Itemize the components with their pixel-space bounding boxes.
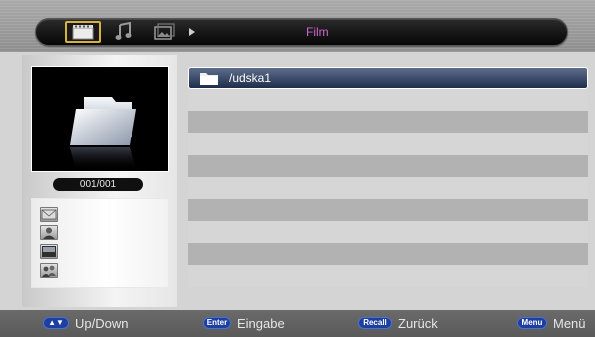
image-icon — [40, 244, 58, 259]
hint-bar: ▲▼ Up/Down Enter Eingabe Recall Zurück M… — [0, 310, 595, 337]
empty-row — [188, 199, 588, 221]
breadcrumb-arrow-icon — [189, 28, 195, 36]
media-nav-bar: Film — [35, 18, 568, 46]
music-note-icon — [115, 21, 132, 40]
empty-row — [188, 111, 588, 133]
file-row-selected[interactable]: /udska1 — [188, 67, 588, 89]
photo-icon — [154, 23, 175, 40]
folder-preview — [31, 66, 169, 172]
music-tab[interactable] — [115, 21, 133, 42]
empty-row — [188, 155, 588, 177]
empty-row — [188, 221, 588, 243]
hint-label: Menü — [553, 316, 586, 331]
person-icon — [40, 225, 58, 240]
empty-row — [188, 133, 588, 155]
media-type-panel — [31, 198, 169, 288]
hint-label: Zurück — [398, 316, 438, 331]
recall-key[interactable]: Recall — [358, 317, 392, 329]
users-icon — [40, 263, 58, 278]
page-title: Film — [306, 25, 329, 39]
file-name: /udska1 — [229, 71, 272, 85]
enter-key[interactable]: Enter — [203, 317, 231, 329]
film-tab[interactable] — [65, 21, 101, 43]
hint-label: Up/Down — [75, 316, 129, 331]
hint-label: Eingabe — [237, 316, 285, 331]
file-list: /udska1 — [188, 67, 588, 291]
folder-icon — [200, 73, 218, 85]
photo-tab[interactable] — [153, 22, 175, 42]
up-down-key[interactable]: ▲▼ — [43, 317, 69, 329]
empty-row — [188, 265, 588, 287]
mail-icon — [40, 207, 58, 222]
empty-row — [188, 177, 588, 199]
item-counter: 001/001 — [53, 178, 143, 191]
empty-row — [188, 89, 588, 111]
empty-row — [188, 243, 588, 265]
menu-key[interactable]: Menu — [517, 317, 547, 329]
film-icon — [72, 25, 94, 40]
top-bar: Film — [0, 0, 595, 52]
folder-icon — [70, 97, 136, 171]
